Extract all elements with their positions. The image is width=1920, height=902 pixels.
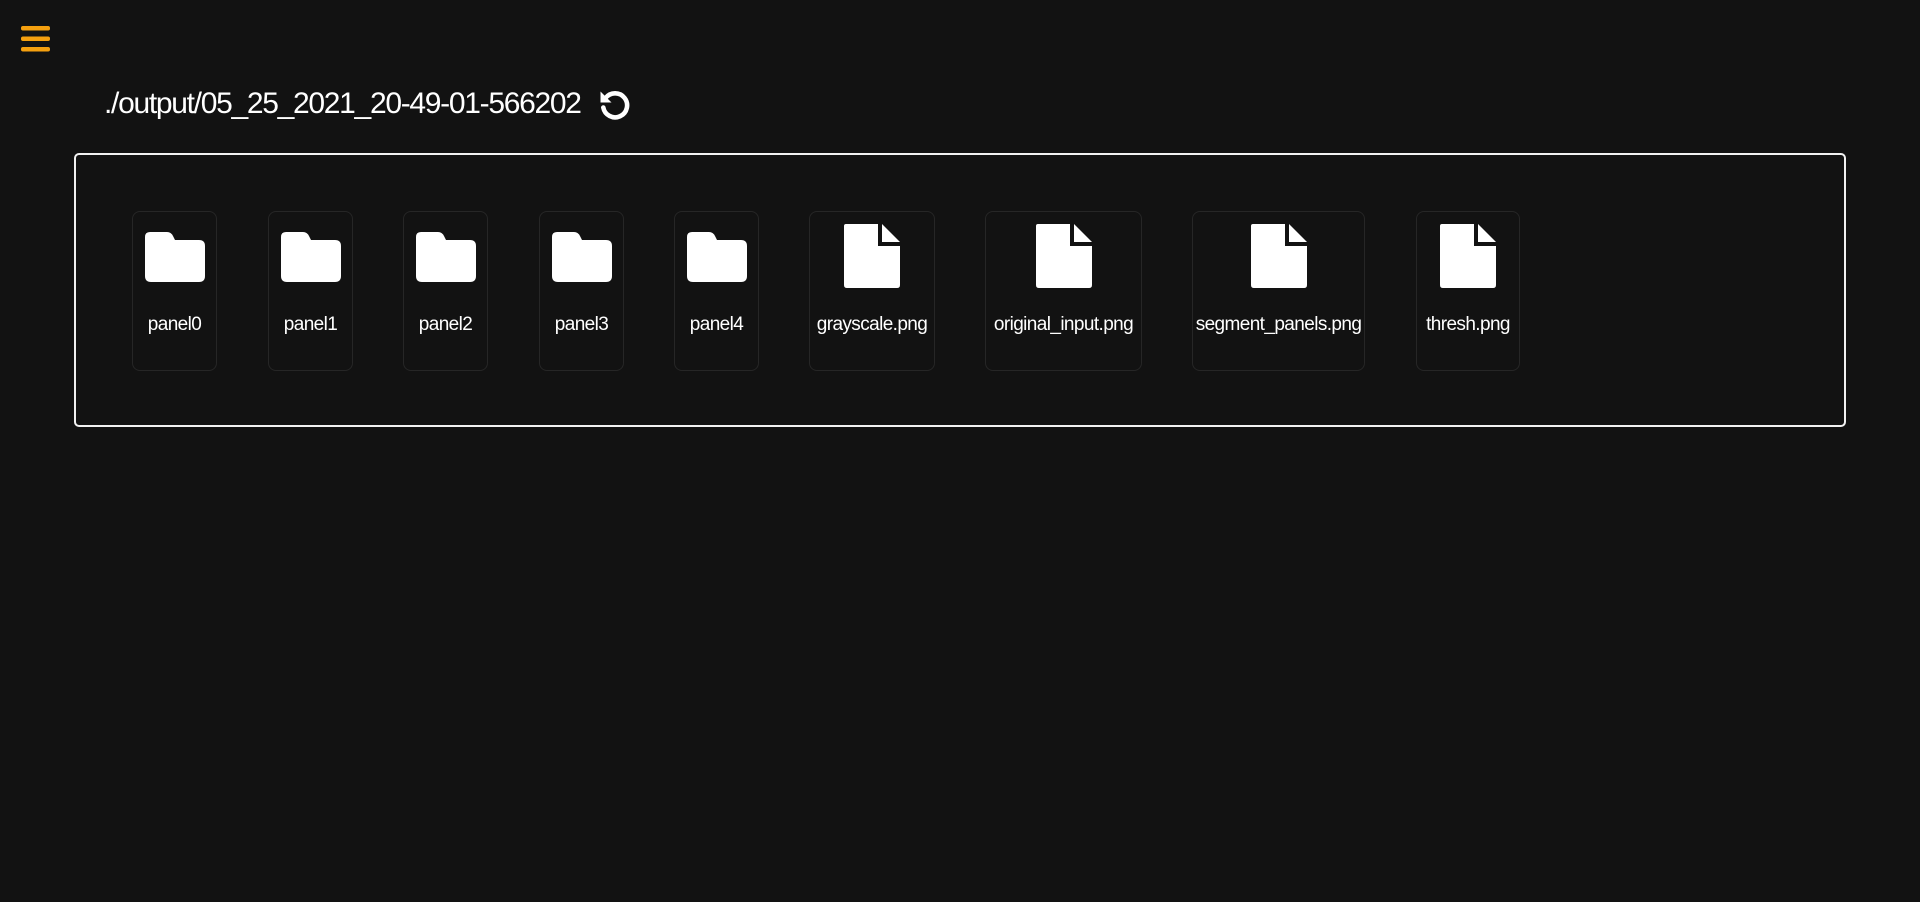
menu-button[interactable] <box>21 26 50 52</box>
current-path: ./output/05_25_2021_20-49-01-566202 <box>104 87 582 120</box>
file-tile-original-input-png[interactable]: original_input.png <box>985 211 1142 371</box>
tile-label: original_input.png <box>993 314 1134 335</box>
folder-icon <box>415 232 476 282</box>
folder-tile-panel0[interactable]: panel0 <box>132 211 217 371</box>
folder-icon <box>144 232 205 282</box>
tile-label: panel1 <box>283 314 338 335</box>
file-browser-panel: panel0 panel1 panel2 panel3 panel4 grays… <box>74 153 1846 427</box>
refresh-button[interactable] <box>598 87 632 121</box>
folder-tile-panel1[interactable]: panel1 <box>268 211 353 371</box>
folder-tile-panel4[interactable]: panel4 <box>674 211 759 371</box>
folder-tile-panel2[interactable]: panel2 <box>403 211 488 371</box>
path-bar: ./output/05_25_2021_20-49-01-566202 <box>104 84 632 124</box>
tile-label: grayscale.png <box>816 314 928 335</box>
file-tile-grayscale-png[interactable]: grayscale.png <box>809 211 935 371</box>
file-tile-segment-panels-png[interactable]: segment_panels.png <box>1192 211 1365 371</box>
hamburger-menu-icon <box>21 26 50 52</box>
folder-icon <box>280 232 341 282</box>
tile-label: panel4 <box>689 314 744 335</box>
folder-icon <box>686 232 747 282</box>
file-icon <box>844 224 900 288</box>
tile-label: panel3 <box>554 314 609 335</box>
file-icon <box>1440 224 1496 288</box>
tile-label: segment_panels.png <box>1195 314 1362 335</box>
folder-tile-panel3[interactable]: panel3 <box>539 211 624 371</box>
refresh-icon <box>600 91 629 120</box>
file-icon <box>1035 224 1092 288</box>
tile-label: thresh.png <box>1426 314 1510 335</box>
folder-icon <box>551 232 612 282</box>
file-tile-thresh-png[interactable]: thresh.png <box>1416 211 1520 371</box>
tile-label: panel0 <box>147 314 202 335</box>
tile-label: panel2 <box>418 314 473 335</box>
file-icon <box>1250 224 1307 288</box>
